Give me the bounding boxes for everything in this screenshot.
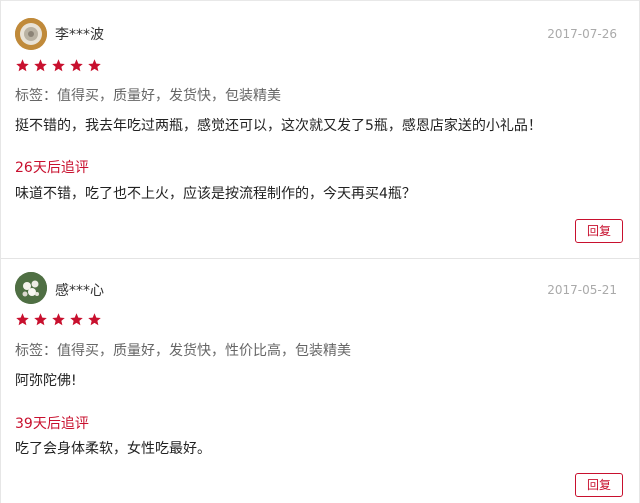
review-content: 挺不错的，我去年吃过两瓶，感觉还可以，这次就又发了5瓶，感恩店家送的小礼品！ <box>15 118 542 134</box>
followup-content: 吃了会身体柔软，女性吃最好。 <box>15 441 211 457</box>
star-icon <box>16 59 29 72</box>
star-icon <box>52 313 65 326</box>
review-list: 李***波 2017-07-26 标签：值得买，质量好，发货快，包装精美 挺不错… <box>0 0 640 503</box>
review-tags: 标签：值得买，质量好，发货快，包装精美 <box>15 88 281 104</box>
reply-button[interactable]: 回复 <box>575 473 623 497</box>
review-content: 阿弥陀佛! <box>15 373 77 389</box>
review-date: 2017-05-21 <box>547 283 617 297</box>
username: 李***波 <box>55 27 104 43</box>
followup-title: 39天后追评 <box>15 416 89 432</box>
review-tags: 标签：值得买，质量好，发货快，性价比高，包装精美 <box>15 343 351 359</box>
review-date: 2017-07-26 <box>547 27 617 41</box>
star-icon <box>16 313 29 326</box>
followup-content: 味道不错，吃了也不上火，应该是按流程制作的，今天再买4瓶？ <box>15 186 416 202</box>
star-icon <box>88 59 101 72</box>
star-icon <box>34 313 47 326</box>
star-icon <box>70 59 83 72</box>
review-item: 李***波 2017-07-26 标签：值得买，质量好，发货快，包装精美 挺不错… <box>1 0 639 259</box>
reply-button[interactable]: 回复 <box>575 219 623 243</box>
star-icon <box>34 59 47 72</box>
username: 感***心 <box>55 283 104 299</box>
star-icon <box>70 313 83 326</box>
user-avatar-icon[interactable] <box>15 272 47 304</box>
user-avatar-icon[interactable] <box>15 18 47 50</box>
star-icon <box>88 313 101 326</box>
star-rating <box>15 58 102 73</box>
followup-title: 26天后追评 <box>15 160 89 176</box>
star-icon <box>52 59 65 72</box>
star-rating <box>15 312 102 327</box>
review-item: 感***心 2017-05-21 标签：值得买，质量好，发货快，性价比高，包装精… <box>1 258 639 503</box>
